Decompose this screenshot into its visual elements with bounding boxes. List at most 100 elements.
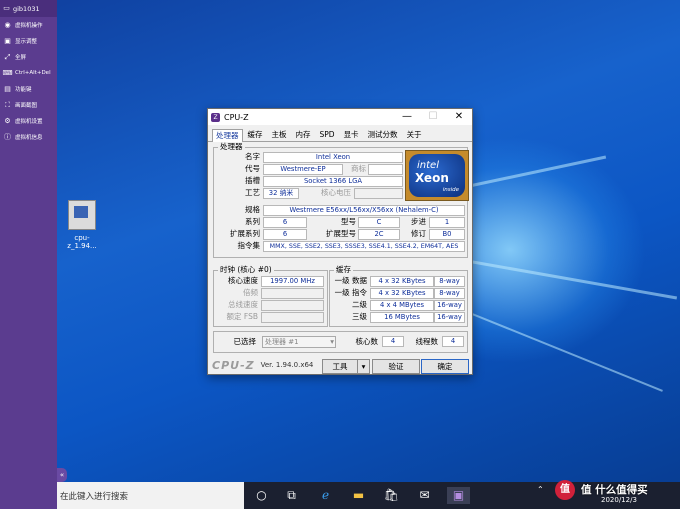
ext-model-value: 2C [358,229,400,240]
sidebar-item-label: 显示调整 [15,39,38,45]
ok-button[interactable]: 确定 [421,359,469,374]
search-placeholder: 在此键入进行搜索 [60,492,129,502]
display-icon: ▣ [4,36,11,45]
cores-label: 核心数 [355,337,379,346]
task-view-icon[interactable]: ⧉ [283,487,300,504]
sidebar-item-label: 功能键 [15,87,32,93]
sidebar-item-screenshot[interactable]: ⛶ 画面截图 [0,97,57,113]
light-beam [469,260,678,300]
mail-icon[interactable]: ✉ [416,487,433,504]
selection-label: 已选择 [233,337,257,346]
name-label: 名字 [245,152,260,161]
sidebar-item-ctrl-alt-del[interactable]: ⌨ Ctrl+Alt+Del [0,65,57,81]
spec-value: Westmere E56xx/L56xx/X56xx (Nehalem-C) [263,205,465,216]
codename-value: Westmere-EP [263,164,343,175]
brand-label: 商标 [351,164,366,173]
tab-bar: 处理器 缓存 主板 内存 SPD 显卡 测试分数 关于 [208,125,472,142]
sidebar-item-settings[interactable]: ⚙ 虚拟机设置 [0,113,57,129]
codename-label: 代号 [245,164,260,173]
intel-logo-icon: intel Xeon inside [409,154,465,197]
light-beam [439,300,663,392]
tools-dropdown-icon[interactable]: ▾ [357,359,370,374]
instructions-value: MMX, SSE, SSE2, SSE3, SSSE3, SSE4.1, SSE… [263,241,465,252]
sidebar-item-function-keys[interactable]: ▤ 功能键 [0,81,57,97]
rated-fsb-value [261,312,324,323]
sidebar-item-fullscreen[interactable]: ⤢ 全屏 [0,49,57,65]
group-title: 处理器 [218,142,245,152]
tab-bench[interactable]: 测试分数 [364,128,402,141]
sidebar-item-info[interactable]: ⓘ 虚拟机信息 [0,129,57,145]
brand-value [368,164,403,175]
threads-label: 线程数 [415,337,439,346]
voltage-label: 核心电压 [321,188,351,197]
watermark: 值 值 什么值得买 [555,478,680,502]
multiplier-label: 倍频 [243,288,258,297]
function-key-icon: ▤ [4,84,11,93]
monitor-icon: ▭ [3,4,10,12]
cache-l2-label: 二级 [352,300,367,309]
tab-mainboard[interactable]: 主板 [268,128,291,141]
tab-memory[interactable]: 内存 [292,128,315,141]
cache-l1d-size: 4 x 32 KBytes [370,276,434,287]
stepping-label: 步进 [411,217,426,226]
close-button[interactable]: ✕ [446,109,472,125]
ext-family-label: 扩展系列 [230,229,260,238]
sidebar-collapse-handle[interactable]: « [57,468,67,482]
sidebar-item-label: 虚拟机操作 [15,23,43,29]
cache-l1d-label: 一级 数据 [334,276,367,285]
minimize-button[interactable]: — [394,109,420,125]
family-value: 6 [263,217,307,228]
revision-value: B0 [429,229,465,240]
bus-speed-value [261,300,324,311]
sidebar-item-display[interactable]: ▣ 显示调整 [0,33,57,49]
edge-browser-icon[interactable]: ℯ [317,487,334,504]
stepping-value: 1 [429,217,465,228]
cache-l1d-way: 8-way [434,276,465,287]
window-title: CPU-Z [224,112,249,122]
technology-label: 工艺 [245,188,260,197]
file-explorer-icon[interactable]: ▬ [350,487,367,504]
screenshot-icon: ⛶ [5,100,10,109]
cache-l1i-label: 一级 指令 [334,288,367,297]
store-icon[interactable]: 🛍 [383,487,400,504]
tab-graphics[interactable]: 显卡 [340,128,363,141]
cache-l2-size: 4 x 4 MBytes [370,300,434,311]
tab-processor[interactable]: 处理器 [212,129,243,142]
task-view-circle-icon[interactable]: ○ [253,487,270,504]
select-arrow-icon: ▾ [330,337,334,346]
desktop-icon-label: cpu-z_1.94... [67,234,97,250]
tools-button[interactable]: 工具 [322,359,358,374]
tab-cache[interactable]: 缓存 [244,128,267,141]
multiplier-value [261,288,324,299]
sidebar-item-label: 虚拟机信息 [15,135,43,141]
cpuz-brand: CPU-Z [212,358,255,372]
version-label: Ver. 1.94.0.x64 [260,361,314,369]
title-bar[interactable]: Z CPU-Z — ☐ ✕ [208,109,472,125]
installer-icon [68,200,96,230]
cpuz-taskbar-icon[interactable]: ▣ [447,487,470,504]
cores-value: 4 [382,336,404,347]
sidebar-header: ▭ gib1031 [0,0,57,17]
fullscreen-icon: ⤢ [4,52,11,61]
maximize-button[interactable]: ☐ [420,109,446,125]
tab-spd[interactable]: SPD [316,128,339,141]
name-value: Intel Xeon [263,152,403,163]
threads-value: 4 [442,336,464,347]
vm-sidebar: ▭ gib1031 ◉ 虚拟机操作 ▣ 显示调整 ⤢ 全屏 ⌨ Ctrl+Alt+Del… [0,0,57,509]
keyboard-icon: ⌨ [2,68,13,77]
tab-about[interactable]: 关于 [403,128,426,141]
bus-speed-label: 总线速度 [228,300,258,309]
voltage-value [354,188,403,199]
sidebar-item-label: Ctrl+Alt+Del [15,70,51,76]
desktop-icon-cpuz[interactable]: cpu-z_1.94... [60,200,104,250]
package-value: Socket 1366 LGA [263,176,403,187]
validate-button[interactable]: 验证 [372,359,420,374]
cache-l3-size: 16 MBytes [370,312,434,323]
cache-l3-label: 三级 [352,312,367,321]
instructions-label: 指令集 [237,241,261,250]
cache-l1i-size: 4 x 32 KBytes [370,288,434,299]
tray-chevron-icon[interactable]: ⌃ [537,485,544,495]
search-box[interactable]: 在此键入进行搜索 [57,482,244,509]
sidebar-item-vm-ops[interactable]: ◉ 虚拟机操作 [0,17,57,33]
revision-label: 修订 [411,229,426,238]
